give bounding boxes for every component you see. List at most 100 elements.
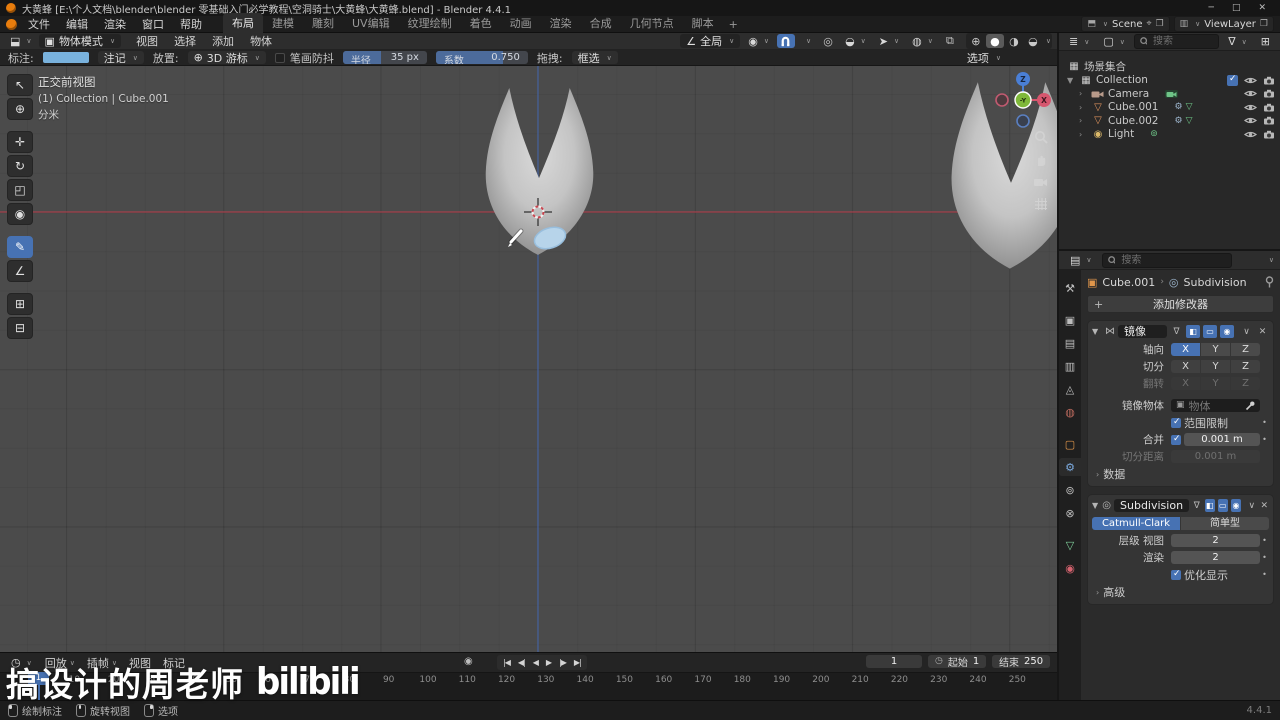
menu-0[interactable]: 文件 (21, 15, 57, 33)
overlays-selector[interactable]: ◍ ∨ (907, 34, 938, 49)
axis-z-button[interactable]: Z (1231, 343, 1260, 356)
workspace-tab-8[interactable]: 合成 (581, 13, 621, 33)
playback-play[interactable]: ▶ (543, 656, 554, 669)
shading-rendered-button[interactable]: ◒ (1024, 34, 1042, 48)
axis-x-button[interactable]: X (1171, 343, 1200, 356)
orientation-selector[interactable]: ∠ 全局 ∨ (680, 34, 741, 48)
outliner-row-collection[interactable]: ▼ ▦ Collection (1059, 74, 1280, 88)
camera-view-icon[interactable] (1033, 176, 1048, 188)
render-visibility-icon[interactable] (1263, 76, 1275, 85)
tool-rotate[interactable]: ↻ (7, 155, 33, 177)
tool-transform[interactable]: ◉ (7, 203, 33, 225)
show-in-editmode-toggle[interactable]: ◧ (1204, 499, 1215, 512)
hide-eye-icon[interactable] (1244, 130, 1257, 139)
annotation-color-swatch[interactable] (42, 52, 89, 63)
optimal-display-checkbox[interactable] (1171, 569, 1181, 580)
levels-viewport-field[interactable]: 2 (1171, 534, 1260, 547)
drag-mode-selector[interactable]: 框选 ∨ (571, 51, 618, 65)
properties-tab-tool[interactable]: ⚒ (1059, 279, 1081, 297)
properties-tab-physics[interactable]: ⊚ (1059, 481, 1081, 499)
tool-select-box[interactable]: ↖ (7, 74, 33, 96)
copy-scene-icon[interactable]: ❐ (1156, 19, 1164, 29)
shading-material-button[interactable]: ◑ (1005, 34, 1023, 48)
frame-start-field[interactable]: ◷ 起始 1 (928, 655, 987, 669)
render-visibility-icon[interactable] (1263, 103, 1275, 112)
modifier-name-field[interactable]: Subdivision (1114, 499, 1190, 512)
show-render-toggle[interactable]: ◉ (1220, 325, 1234, 338)
playback-jump-end[interactable]: ▶| (571, 656, 584, 669)
light-data-icon[interactable]: ⊚ (1150, 129, 1158, 139)
properties-tab-output[interactable]: ▤ (1059, 334, 1081, 352)
properties-editor-type[interactable]: ▤ ∨ (1065, 253, 1097, 268)
playback-prev-keyframe[interactable]: ◀| (515, 656, 528, 669)
show-realtime-toggle[interactable]: ▭ (1203, 325, 1217, 338)
mirror-object-field[interactable]: ▣ 物体 (1171, 399, 1260, 413)
workspace-tab-1[interactable]: 建模 (263, 13, 303, 33)
close-button[interactable]: ✕ (1258, 3, 1266, 13)
breadcrumb-object[interactable]: Cube.001 (1102, 276, 1155, 289)
pan-hand-icon[interactable] (1034, 153, 1048, 167)
outliner-filter-button[interactable]: ∇ ∨ (1223, 34, 1251, 49)
collapse-icon[interactable]: ▼ (1092, 501, 1099, 510)
mirror-data-section[interactable]: › 数据 (1092, 467, 1269, 481)
modifier-extras-dropdown[interactable]: ∨ (1240, 325, 1253, 338)
render-visibility-icon[interactable] (1263, 130, 1275, 139)
modifier-wrench-icon[interactable]: ⚙ (1175, 116, 1183, 126)
modifier-data-icon[interactable]: ▽ (1186, 102, 1193, 112)
show-render-toggle[interactable]: ◉ (1230, 499, 1242, 512)
workspace-tab-6[interactable]: 动画 (501, 13, 541, 33)
snap-target-selector[interactable]: ∨ (798, 36, 816, 46)
menu-1[interactable]: 编辑 (59, 15, 95, 33)
pin-icon[interactable]: ⌖ (1147, 19, 1152, 29)
modifier-close-button[interactable]: ✕ (1256, 325, 1269, 338)
hide-eye-icon[interactable] (1244, 89, 1257, 98)
properties-tab-constraints[interactable]: ⊗ (1059, 504, 1081, 522)
navigation-gizmo[interactable]: Z X -Y (991, 68, 1055, 132)
show-realtime-toggle[interactable]: ▭ (1217, 499, 1228, 512)
simple-button[interactable]: 简单型 (1181, 517, 1269, 530)
shading-wireframe-button[interactable]: ⊕ (967, 34, 985, 48)
scene-selector[interactable]: ⬒ ∨ Scene ⌖ ❐ (1081, 16, 1170, 32)
workspace-tab-9[interactable]: 几何节点 (621, 13, 683, 33)
perspective-grid-icon[interactable] (1034, 197, 1048, 211)
modifier-wrench-icon[interactable]: ⚙ (1175, 102, 1183, 112)
properties-search[interactable] (1101, 252, 1232, 268)
flip-y-button[interactable]: Y (1201, 377, 1230, 390)
outliner-display-mode[interactable]: ≣ ∨ (1064, 34, 1094, 49)
workspace-tab-4[interactable]: 纹理绘制 (399, 13, 461, 33)
gizmos-selector[interactable]: ➤ ∨ (874, 34, 904, 49)
viewport-menu-3[interactable]: 物体 (243, 32, 279, 50)
outliner-filter-mode[interactable]: ▢ ∨ (1098, 34, 1130, 49)
render-visibility-icon[interactable] (1263, 116, 1275, 125)
bisect-distance-field[interactable]: 0.001 m (1171, 450, 1260, 463)
tool-move[interactable]: ✛ (7, 131, 33, 153)
bisect-z-button[interactable]: Z (1231, 360, 1260, 373)
catmull-clark-button[interactable]: Catmull-Clark (1092, 517, 1180, 530)
app-menu-icon[interactable] (6, 18, 17, 30)
outliner-search-input[interactable] (1151, 35, 1214, 48)
copy-viewlayer-icon[interactable]: ❐ (1260, 19, 1268, 29)
xray-toggle[interactable]: ⧉ (941, 34, 959, 48)
hide-eye-icon[interactable] (1244, 76, 1257, 85)
bisect-y-button[interactable]: Y (1201, 360, 1230, 373)
outliner-row-camera[interactable]: › Camera (1059, 87, 1280, 101)
new-collection-button[interactable]: ⊞ (1256, 34, 1275, 49)
timeline-menu-1[interactable]: 插帧 ∨ (83, 655, 121, 671)
pivot-selector[interactable]: ◉ ∨ (743, 34, 774, 49)
subdivision-advanced-section[interactable]: › 高级 (1092, 585, 1269, 599)
playback-next-keyframe[interactable]: |▶ (556, 656, 569, 669)
mirror-modifier-header[interactable]: ▼ ⋈ 镜像 ∇ ◧ ▭ ◉ ∨ ✕ (1092, 323, 1269, 340)
viewport-menu-2[interactable]: 添加 (205, 32, 241, 50)
tool-scale[interactable]: ◰ (7, 179, 33, 201)
collection-checkbox[interactable] (1227, 74, 1238, 86)
workspace-tab-5[interactable]: 着色 (461, 13, 501, 33)
hide-eye-icon[interactable] (1244, 116, 1257, 125)
outliner-row-cube-001[interactable]: › ▽ Cube.001 ⚙ ▽ (1059, 101, 1280, 115)
shading-solid-button[interactable]: ● (985, 34, 1004, 48)
menu-3[interactable]: 窗口 (135, 15, 171, 33)
tool-options-dropdown[interactable]: 选项 ∨ (961, 51, 1007, 65)
workspace-tab-7[interactable]: 渲染 (541, 13, 581, 33)
properties-search-input[interactable] (1119, 253, 1226, 267)
breadcrumb-modifier[interactable]: Subdivision (1184, 276, 1247, 289)
merge-checkbox[interactable] (1171, 434, 1181, 445)
